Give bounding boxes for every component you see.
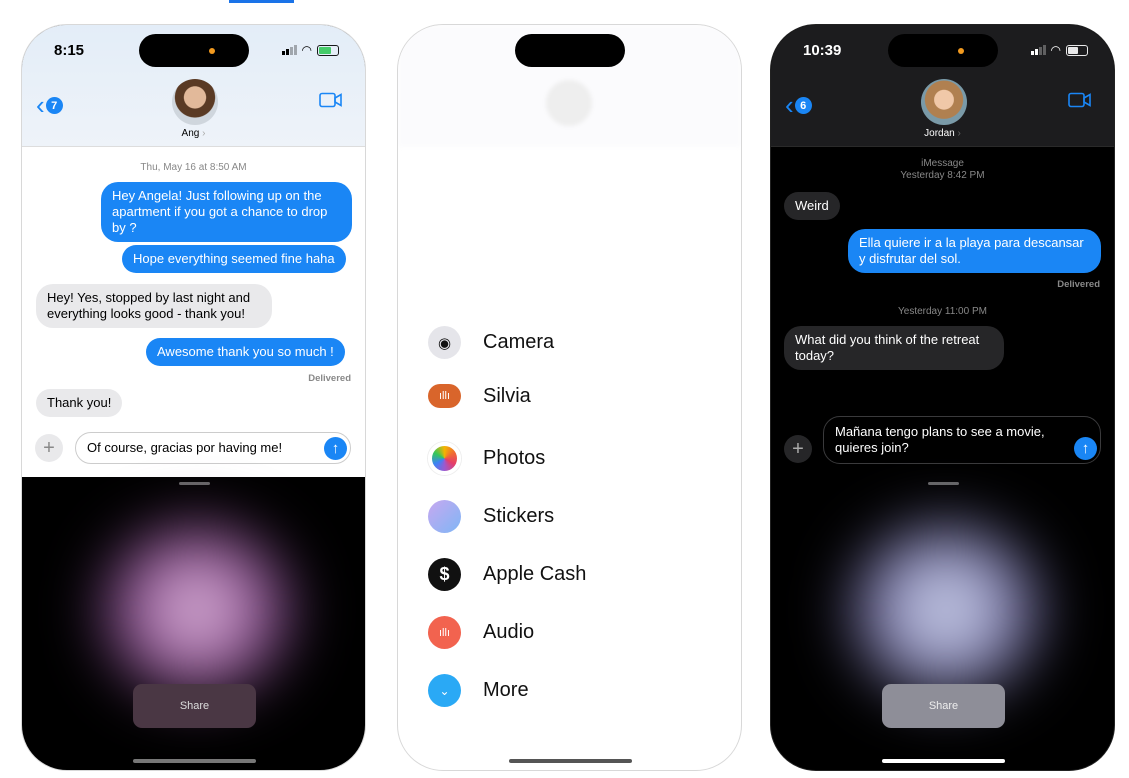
contact-avatar[interactable] [172, 79, 218, 125]
menu-label: Audio [483, 621, 535, 643]
chevron-down-icon: ⌄ [428, 674, 461, 707]
send-button[interactable]: ↑ [324, 437, 347, 460]
message-bubble-in: Hey! Yes, stopped by last night and ever… [36, 284, 272, 328]
contact-avatar[interactable] [921, 79, 967, 125]
waveform-icon: ıllı [428, 616, 461, 649]
service-label: iMessage [921, 158, 964, 169]
timestamp: Yesterday 11:00 PM [898, 306, 987, 317]
unread-badge: 7 [45, 97, 63, 114]
photos-icon [428, 442, 461, 475]
dynamic-island [139, 34, 249, 67]
dynamic-island [888, 34, 998, 67]
dynamic-island [515, 34, 625, 67]
contact-name[interactable]: Jordan › [771, 128, 1114, 139]
home-indicator [133, 759, 256, 763]
unread-badge: 6 [794, 97, 812, 114]
chevron-left-icon: ‹ [36, 90, 45, 120]
siri-glow [851, 525, 1041, 695]
signal-icon [281, 45, 297, 55]
menu-item-camera[interactable]: ◉ Camera [428, 326, 554, 359]
menu-label: Stickers [483, 505, 555, 527]
chevron-right-icon: › [202, 128, 206, 139]
phone-dark-messages: 10:39 ◠ ‹ 6 Jordan › iMessage Yesterday 8… [770, 24, 1115, 771]
video-call-icon[interactable] [1068, 92, 1092, 108]
chevron-right-icon: › [957, 128, 961, 139]
message-bubble-in: What did you think of the retreat today? [784, 326, 1004, 370]
menu-label: More [483, 679, 529, 701]
home-indicator [882, 759, 1005, 763]
message-bubble-out: Ella quiere ir a la playa para descansar… [848, 229, 1101, 273]
chevron-left-icon: ‹ [785, 90, 794, 120]
delivered-status: Delivered [308, 373, 351, 384]
share-button[interactable]: Share [133, 684, 256, 728]
back-button[interactable]: ‹ 6 [785, 90, 812, 121]
contact-name-text: Ang [181, 128, 200, 139]
message-bubble-out: Hey Angela! Just following up on the apa… [101, 182, 352, 242]
siri-glow [102, 525, 292, 695]
menu-item-apple-cash[interactable]: $ Apple Cash [428, 558, 586, 591]
signal-icon [1030, 45, 1046, 55]
status-icons: ◠ [281, 43, 339, 57]
menu-item-stickers[interactable]: Stickers [428, 500, 554, 533]
message-input[interactable]: Of course, gracias por having me! [75, 432, 351, 464]
menu-label: Photos [483, 447, 546, 469]
dollar-icon: $ [428, 558, 461, 591]
share-button[interactable]: Share [882, 684, 1005, 728]
video-call-icon[interactable] [319, 92, 343, 108]
menu-label: Camera [483, 331, 555, 353]
wifi-icon: ◠ [1050, 43, 1061, 57]
send-button[interactable]: ↑ [1074, 437, 1097, 460]
add-attachment-button[interactable]: + [784, 435, 812, 463]
stickers-icon [428, 500, 461, 533]
timestamp: Yesterday 8:42 PM [900, 170, 985, 181]
status-icons: ◠ [1030, 43, 1088, 57]
battery-icon [1066, 44, 1088, 56]
phone-light-messages: 8:15 ◠ ‹ 7 Ang › Thu, May 16 at 8:50 AM H… [21, 24, 366, 771]
wifi-icon: ◠ [301, 43, 312, 57]
add-attachment-button[interactable]: + [35, 434, 63, 462]
message-bubble-out: Awesome thank you so much ! [146, 338, 345, 366]
menu-label: Apple Cash [483, 563, 587, 585]
contact-name[interactable]: Ang › [22, 128, 365, 139]
menu-item-silvia[interactable]: ıllı Silvia [428, 384, 531, 408]
contact-name-text: Jordan [924, 128, 955, 139]
waveform-icon: ıllı [428, 384, 461, 408]
sheet-handle[interactable] [928, 482, 959, 485]
status-time: 10:39 [803, 42, 842, 59]
battery-charging-icon [317, 44, 339, 56]
menu-item-audio[interactable]: ıllı Audio [428, 616, 534, 649]
home-indicator [509, 759, 632, 763]
message-input[interactable]: Mañana tengo plans to see a movie, quier… [823, 416, 1101, 464]
timestamp: Thu, May 16 at 8:50 AM [140, 162, 247, 173]
back-button[interactable]: ‹ 7 [36, 90, 63, 121]
menu-item-more[interactable]: ⌄ More [428, 674, 529, 707]
menu-item-photos[interactable]: Photos [428, 442, 545, 475]
sheet-handle[interactable] [179, 482, 210, 485]
menu-label: Silvia [483, 384, 531, 407]
delivered-status: Delivered [1057, 279, 1100, 290]
status-time: 8:15 [54, 42, 85, 59]
message-bubble-in: Thank you! [36, 389, 123, 417]
phone-app-drawer: ◉ Camera ıllı Silvia Photos Stickers $ Appl… [397, 24, 742, 771]
camera-icon: ◉ [428, 326, 461, 359]
message-bubble-out: Hope everything seemed fine haha [122, 245, 346, 273]
active-tab-indicator [229, 0, 294, 3]
message-bubble-in: Weird [784, 192, 840, 220]
